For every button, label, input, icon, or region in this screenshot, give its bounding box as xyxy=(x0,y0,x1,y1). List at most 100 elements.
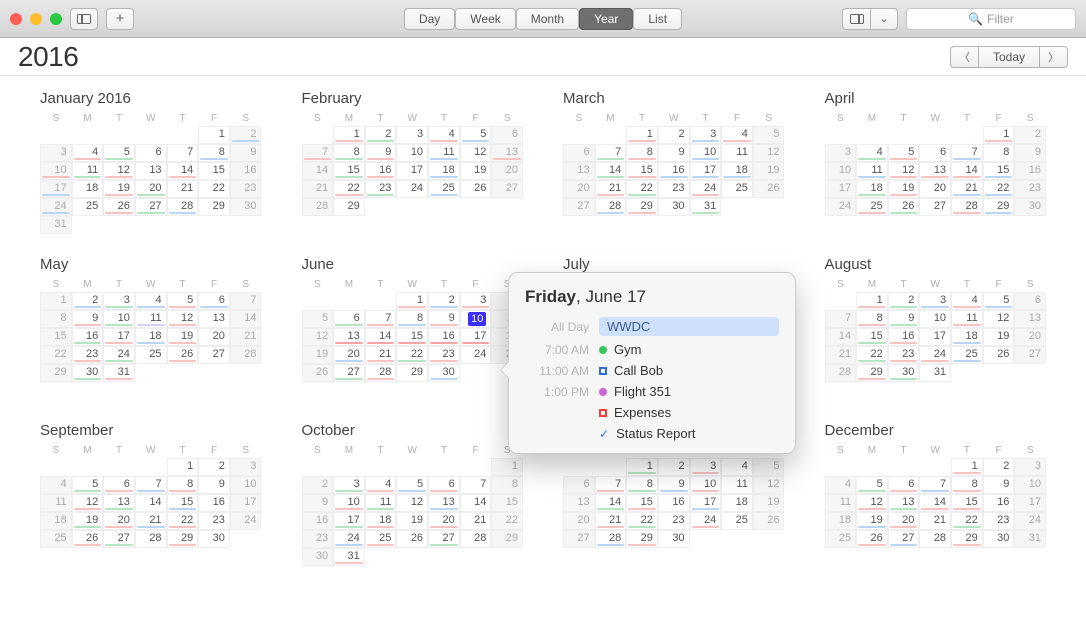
day-cell[interactable]: 19 xyxy=(888,180,920,198)
day-cell[interactable]: 28 xyxy=(951,198,983,216)
day-cell[interactable]: 9 xyxy=(658,476,690,494)
day-cell[interactable]: 8 xyxy=(40,310,72,328)
day-cell[interactable]: 25 xyxy=(40,530,72,548)
day-cell[interactable]: 17 xyxy=(690,162,722,180)
day-cell[interactable]: 13 xyxy=(428,494,460,512)
day-cell[interactable]: 17 xyxy=(825,180,857,198)
day-cell[interactable]: 28 xyxy=(167,198,199,216)
day-cell[interactable]: 22 xyxy=(491,512,523,530)
day-cell[interactable]: 5 xyxy=(396,476,428,494)
day-cell[interactable]: 9 xyxy=(365,144,397,162)
day-cell[interactable]: 2 xyxy=(365,126,397,144)
day-cell[interactable]: 2 xyxy=(983,458,1015,476)
day-cell[interactable]: 15 xyxy=(983,162,1015,180)
day-cell[interactable]: 2 xyxy=(658,458,690,476)
view-day-button[interactable]: Day xyxy=(404,8,455,30)
day-cell[interactable]: 8 xyxy=(856,310,888,328)
day-cell[interactable]: 25 xyxy=(856,198,888,216)
day-cell[interactable]: 8 xyxy=(491,476,523,494)
day-cell[interactable]: 24 xyxy=(460,346,492,364)
day-cell[interactable]: 1 xyxy=(198,126,230,144)
day-cell[interactable]: 13 xyxy=(888,494,920,512)
day-cell[interactable]: 4 xyxy=(856,144,888,162)
day-cell[interactable]: 18 xyxy=(721,494,753,512)
day-cell[interactable]: 10 xyxy=(230,476,262,494)
day-cell[interactable]: 5 xyxy=(167,292,199,310)
day-cell[interactable]: 28 xyxy=(595,530,627,548)
day-cell[interactable]: 15 xyxy=(333,162,365,180)
day-cell[interactable]: 11 xyxy=(721,476,753,494)
day-cell[interactable]: 20 xyxy=(428,512,460,530)
day-cell[interactable]: 18 xyxy=(721,162,753,180)
day-cell[interactable]: 22 xyxy=(983,180,1015,198)
day-cell[interactable]: 30 xyxy=(72,364,104,382)
day-cell[interactable]: 19 xyxy=(753,494,785,512)
day-cell[interactable]: 21 xyxy=(595,180,627,198)
day-cell[interactable]: 10 xyxy=(919,310,951,328)
day-cell[interactable]: 19 xyxy=(72,512,104,530)
day-cell[interactable]: 9 xyxy=(198,476,230,494)
day-cell[interactable]: 10 xyxy=(333,494,365,512)
day-cell[interactable]: 16 xyxy=(1014,162,1046,180)
day-cell[interactable]: 21 xyxy=(595,512,627,530)
day-cell[interactable]: 19 xyxy=(983,328,1015,346)
day-cell[interactable]: 3 xyxy=(919,292,951,310)
day-cell[interactable]: 5 xyxy=(983,292,1015,310)
day-cell[interactable]: 18 xyxy=(856,180,888,198)
day-cell[interactable]: 12 xyxy=(302,328,334,346)
day-cell[interactable]: 14 xyxy=(460,494,492,512)
day-cell[interactable]: 30 xyxy=(198,530,230,548)
day-cell[interactable]: 22 xyxy=(40,346,72,364)
day-cell[interactable]: 25 xyxy=(428,180,460,198)
day-cell[interactable]: 17 xyxy=(230,494,262,512)
day-cell[interactable]: 23 xyxy=(658,512,690,530)
toggle-inspector-button[interactable] xyxy=(842,8,870,30)
day-cell[interactable]: 9 xyxy=(428,310,460,328)
popover-event-row[interactable]: 1:00 PMFlight 351 xyxy=(525,384,779,399)
day-cell[interactable]: 6 xyxy=(563,144,595,162)
day-cell[interactable]: 23 xyxy=(302,530,334,548)
day-cell[interactable]: 4 xyxy=(135,292,167,310)
day-cell[interactable]: 2 xyxy=(198,458,230,476)
day-cell[interactable]: 21 xyxy=(302,180,334,198)
day-cell[interactable]: 4 xyxy=(721,458,753,476)
day-cell[interactable]: 12 xyxy=(103,162,135,180)
day-cell[interactable]: 31 xyxy=(40,216,72,234)
popover-event-row[interactable]: All DayWWDC xyxy=(525,317,779,336)
day-cell[interactable]: 28 xyxy=(595,198,627,216)
day-cell[interactable]: 13 xyxy=(333,328,365,346)
day-cell[interactable]: 31 xyxy=(103,364,135,382)
day-cell[interactable]: 25 xyxy=(365,530,397,548)
day-cell[interactable]: 14 xyxy=(135,494,167,512)
day-cell[interactable]: 27 xyxy=(563,198,595,216)
day-cell[interactable]: 3 xyxy=(690,126,722,144)
day-cell[interactable]: 20 xyxy=(198,328,230,346)
day-cell[interactable]: 17 xyxy=(1014,494,1046,512)
day-cell[interactable]: 14 xyxy=(951,162,983,180)
day-cell[interactable]: 24 xyxy=(919,346,951,364)
day-cell[interactable]: 24 xyxy=(396,180,428,198)
day-cell[interactable]: 15 xyxy=(198,162,230,180)
day-cell[interactable]: 17 xyxy=(40,180,72,198)
day-cell[interactable]: 10 xyxy=(103,310,135,328)
day-cell[interactable]: 3 xyxy=(1014,458,1046,476)
day-cell[interactable]: 3 xyxy=(460,292,492,310)
day-cell[interactable]: 7 xyxy=(460,476,492,494)
day-cell[interactable]: 13 xyxy=(103,494,135,512)
day-cell[interactable]: 21 xyxy=(135,512,167,530)
day-cell[interactable]: 25 xyxy=(825,530,857,548)
close-button[interactable] xyxy=(10,13,22,25)
day-cell[interactable]: 11 xyxy=(721,144,753,162)
day-cell[interactable]: 16 xyxy=(365,162,397,180)
day-cell[interactable]: 4 xyxy=(721,126,753,144)
day-cell[interactable]: 27 xyxy=(135,198,167,216)
day-cell[interactable]: 27 xyxy=(491,180,523,198)
day-cell[interactable]: 7 xyxy=(230,292,262,310)
day-cell[interactable]: 6 xyxy=(333,310,365,328)
day-cell[interactable]: 2 xyxy=(428,292,460,310)
search-field[interactable]: 🔍 Filter xyxy=(906,8,1076,30)
day-cell[interactable]: 8 xyxy=(983,144,1015,162)
day-cell[interactable]: 7 xyxy=(595,476,627,494)
day-cell[interactable]: 15 xyxy=(626,162,658,180)
day-cell[interactable]: 6 xyxy=(103,476,135,494)
